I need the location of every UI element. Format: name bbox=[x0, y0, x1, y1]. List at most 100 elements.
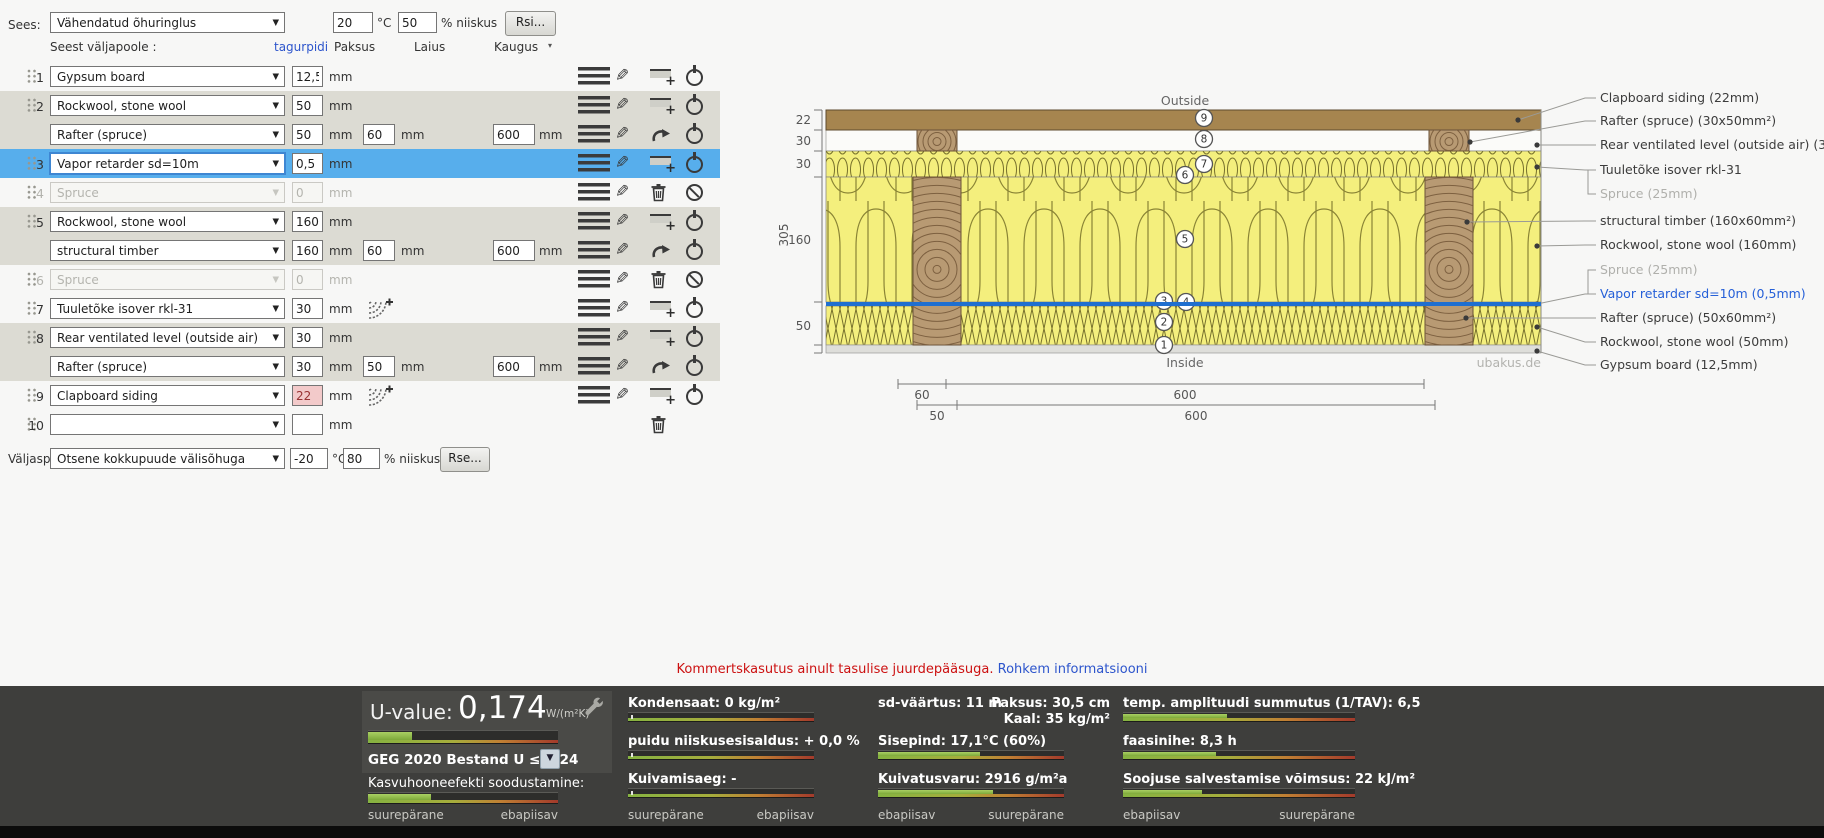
edit-icon[interactable]: ✎ bbox=[615, 154, 629, 172]
thickness-input[interactable] bbox=[292, 327, 323, 348]
weight-label: Kaal: 35 kg/m² bbox=[960, 712, 1110, 727]
inside-humidity-input[interactable] bbox=[398, 12, 437, 33]
outside-humidity-input[interactable] bbox=[343, 448, 380, 469]
redo-arrow-icon[interactable] bbox=[650, 125, 672, 144]
menu-icon[interactable] bbox=[578, 241, 610, 259]
edit-icon[interactable]: ✎ bbox=[615, 183, 629, 201]
insert-layer-icon[interactable] bbox=[650, 212, 675, 231]
edit-icon[interactable]: ✎ bbox=[615, 357, 629, 375]
material-select[interactable]: Spruce ▼ bbox=[50, 269, 285, 290]
thickness-input[interactable] bbox=[292, 298, 323, 319]
menu-icon[interactable] bbox=[578, 96, 610, 114]
edit-icon[interactable]: ✎ bbox=[615, 67, 629, 85]
svg-text:8: 8 bbox=[1201, 134, 1208, 146]
edit-icon[interactable]: ✎ bbox=[615, 96, 629, 114]
material-select[interactable]: Spruce▼ bbox=[50, 182, 285, 203]
tav-gauge bbox=[1123, 712, 1355, 722]
thickness-input[interactable] bbox=[292, 356, 323, 377]
thickness-input[interactable] bbox=[292, 269, 323, 290]
chevron-down-icon: ▼ bbox=[272, 275, 279, 285]
thickness-input[interactable] bbox=[292, 182, 323, 203]
menu-icon[interactable] bbox=[578, 125, 610, 143]
mm-unit: mm bbox=[329, 244, 352, 258]
delete-icon[interactable] bbox=[650, 183, 667, 202]
insert-layer-icon[interactable] bbox=[650, 96, 675, 115]
insert-layer-icon[interactable] bbox=[650, 154, 675, 173]
wrench-icon[interactable] bbox=[584, 696, 605, 720]
material-select[interactable]: structural timber▼ bbox=[50, 240, 285, 261]
delete-icon[interactable] bbox=[650, 270, 667, 289]
menu-icon[interactable] bbox=[578, 357, 610, 375]
delete-icon[interactable] bbox=[650, 415, 667, 434]
thickness-input[interactable] bbox=[292, 153, 323, 174]
thickness-input[interactable] bbox=[292, 240, 323, 261]
edit-icon[interactable]: ✎ bbox=[615, 386, 629, 404]
distance-input[interactable] bbox=[493, 356, 535, 377]
thickness-input[interactable] bbox=[292, 385, 323, 406]
material-select[interactable]: Vapor retarder sd=10m▼ bbox=[50, 153, 285, 174]
humidity-unit: % niiskus bbox=[441, 16, 497, 30]
scale-best: suurepärane bbox=[988, 808, 1064, 822]
material-select[interactable]: ▼ bbox=[50, 414, 285, 435]
mm-unit: mm bbox=[329, 302, 352, 316]
insert-layer-icon[interactable] bbox=[650, 328, 675, 347]
more-info-link[interactable]: Rohkem informatsiooni bbox=[998, 662, 1148, 677]
material-wave-plus-icon[interactable] bbox=[366, 384, 394, 407]
width-input[interactable] bbox=[363, 124, 395, 145]
width-input[interactable] bbox=[363, 356, 395, 377]
material-select[interactable]: Gypsum board▼ bbox=[50, 66, 285, 87]
material-select-value: Vapor retarder sd=10m bbox=[57, 157, 199, 171]
diagram-layer-label: Rafter (spruce) (30x50mm²) bbox=[1600, 113, 1776, 128]
material-select[interactable]: Rafter (spruce)▼ bbox=[50, 124, 285, 145]
menu-icon[interactable] bbox=[578, 183, 610, 201]
material-select[interactable]: Rockwool, stone wool▼ bbox=[50, 211, 285, 232]
inside-temperature-input[interactable] bbox=[333, 12, 373, 33]
edit-icon[interactable]: ✎ bbox=[615, 328, 629, 346]
rse-button[interactable]: Rse... bbox=[440, 447, 490, 472]
material-select[interactable]: Clapboard siding▼ bbox=[50, 385, 285, 406]
width-input[interactable] bbox=[363, 240, 395, 261]
insert-layer-icon[interactable] bbox=[650, 386, 675, 405]
outside-temperature-input[interactable] bbox=[290, 448, 328, 469]
material-wave-plus-icon[interactable] bbox=[366, 297, 394, 320]
redo-arrow-icon[interactable] bbox=[650, 241, 672, 260]
material-select[interactable]: Rear ventilated level (outside air)▼ bbox=[50, 327, 285, 348]
reverse-link[interactable]: tagurpidi bbox=[274, 40, 328, 54]
standard-dropdown-icon[interactable]: ▼ bbox=[540, 749, 560, 769]
edit-icon[interactable]: ✎ bbox=[615, 241, 629, 259]
menu-icon[interactable] bbox=[578, 154, 610, 172]
menu-icon[interactable] bbox=[578, 270, 610, 288]
menu-icon[interactable] bbox=[578, 67, 610, 85]
material-select-value: Rockwool, stone wool bbox=[57, 215, 186, 229]
thickness-input[interactable] bbox=[292, 66, 323, 87]
edit-icon[interactable]: ✎ bbox=[615, 299, 629, 317]
inside-environment-select[interactable]: Vähendatud õhuringlus ▼ bbox=[50, 12, 285, 33]
redo-arrow-icon[interactable] bbox=[650, 357, 672, 376]
menu-icon[interactable] bbox=[578, 212, 610, 230]
menu-icon[interactable] bbox=[578, 386, 610, 404]
material-select-value: Spruce bbox=[57, 273, 99, 287]
thickness-input[interactable] bbox=[292, 414, 323, 435]
material-select[interactable]: Rafter (spruce)▼ bbox=[50, 356, 285, 377]
menu-icon[interactable] bbox=[578, 328, 610, 346]
material-select[interactable]: Tuuletõke isover rkl-31▼ bbox=[50, 298, 285, 319]
distance-input[interactable] bbox=[493, 124, 535, 145]
thickness-input[interactable] bbox=[292, 211, 323, 232]
thickness-input[interactable] bbox=[292, 95, 323, 116]
material-select[interactable]: Rockwool, stone wool▼ bbox=[50, 95, 285, 116]
insert-layer-icon[interactable] bbox=[650, 299, 675, 318]
diagram-inside-label: Inside bbox=[1166, 355, 1204, 370]
insert-layer-icon[interactable] bbox=[650, 67, 675, 86]
col-distance[interactable]: Kaugus bbox=[494, 40, 538, 54]
rsi-button[interactable]: Rsi... bbox=[505, 11, 556, 36]
thickness-input[interactable] bbox=[292, 124, 323, 145]
menu-icon[interactable] bbox=[578, 299, 610, 317]
heat-capacity-gauge bbox=[1123, 788, 1355, 798]
outside-environment-select[interactable]: Otsene kokkupuude välisõhuga ▼ bbox=[50, 448, 285, 469]
chevron-down-icon: ▼ bbox=[272, 18, 279, 28]
distance-input[interactable] bbox=[493, 240, 535, 261]
edit-icon[interactable]: ✎ bbox=[615, 212, 629, 230]
edit-icon[interactable]: ✎ bbox=[615, 270, 629, 288]
bottom-dimension-lines bbox=[898, 379, 1435, 410]
edit-icon[interactable]: ✎ bbox=[615, 125, 629, 143]
